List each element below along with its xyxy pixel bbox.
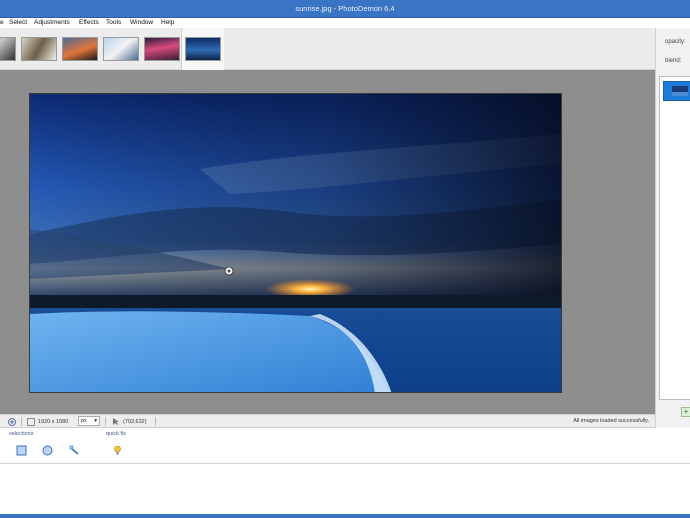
unit-select[interactable]: px ▾ <box>78 416 100 426</box>
menu-window[interactable]: Window <box>130 19 153 26</box>
quick-fix-label: quick fix <box>106 431 126 437</box>
line-select-icon[interactable] <box>69 445 80 456</box>
chevron-down-icon: ▾ <box>94 418 97 424</box>
divider <box>21 417 22 426</box>
sunrise-image <box>30 94 561 392</box>
hand-cursor-icon <box>224 266 234 276</box>
image-tab-thumbnail[interactable] <box>144 37 180 61</box>
quick-fix-bulb-icon[interactable] <box>112 445 123 456</box>
ellipse-select-icon[interactable] <box>42 445 53 456</box>
menu-help[interactable]: Help <box>161 19 174 26</box>
cursor-coordinates: (702,632) <box>123 419 147 425</box>
menu-file[interactable]: e <box>0 19 4 26</box>
menu-select[interactable]: Select <box>9 19 27 26</box>
unit-select-value: px <box>81 418 87 424</box>
cursor-position-icon <box>113 418 119 425</box>
title-bar: sunrise.jpg - PhotoDemon 6.4 <box>0 0 690 18</box>
image-tab-thumbnail-active[interactable] <box>185 37 221 61</box>
status-message: All images loaded successfully. <box>573 418 649 424</box>
image-tab-thumbnail[interactable] <box>0 37 16 61</box>
taskbar-strip <box>0 514 690 518</box>
selections-label: selections <box>9 431 34 437</box>
menu-adjustments[interactable]: Adjustments <box>34 19 70 26</box>
image-canvas[interactable] <box>29 93 562 393</box>
image-tab-thumbnail[interactable] <box>103 37 139 61</box>
zoom-icon[interactable] <box>7 417 17 427</box>
layers-panel: opacity: blend: + <box>655 28 690 428</box>
menu-effects[interactable]: Effects <box>79 19 99 26</box>
opacity-label: opacity: <box>665 39 686 45</box>
tool-options-panel: selections quick fix <box>0 428 690 464</box>
status-bar: 1920 x 1080 px ▾ (702,632) All images lo… <box>0 414 655 428</box>
rectangle-select-icon[interactable] <box>16 445 27 456</box>
empty-panel <box>0 465 690 514</box>
image-tab-thumbnail[interactable] <box>62 37 98 61</box>
divider <box>105 417 106 426</box>
window-title: sunrise.jpg - PhotoDemon 6.4 <box>295 4 395 13</box>
menu-bar: e Select Adjustments Effects Tools Windo… <box>0 18 690 28</box>
image-size-text: 1920 x 1080 <box>38 419 69 425</box>
divider <box>155 417 156 426</box>
add-layer-icon[interactable]: + <box>681 407 690 417</box>
menu-tools[interactable]: Tools <box>106 19 121 26</box>
toolbar-strip <box>224 28 655 70</box>
layer-item-thumbnail[interactable] <box>663 81 690 101</box>
blend-label: blend: <box>665 58 682 64</box>
layer-preview-icon <box>672 86 688 96</box>
image-tab-thumbnail[interactable] <box>21 37 57 61</box>
layer-list[interactable] <box>659 76 690 400</box>
image-size-icon <box>27 418 35 426</box>
